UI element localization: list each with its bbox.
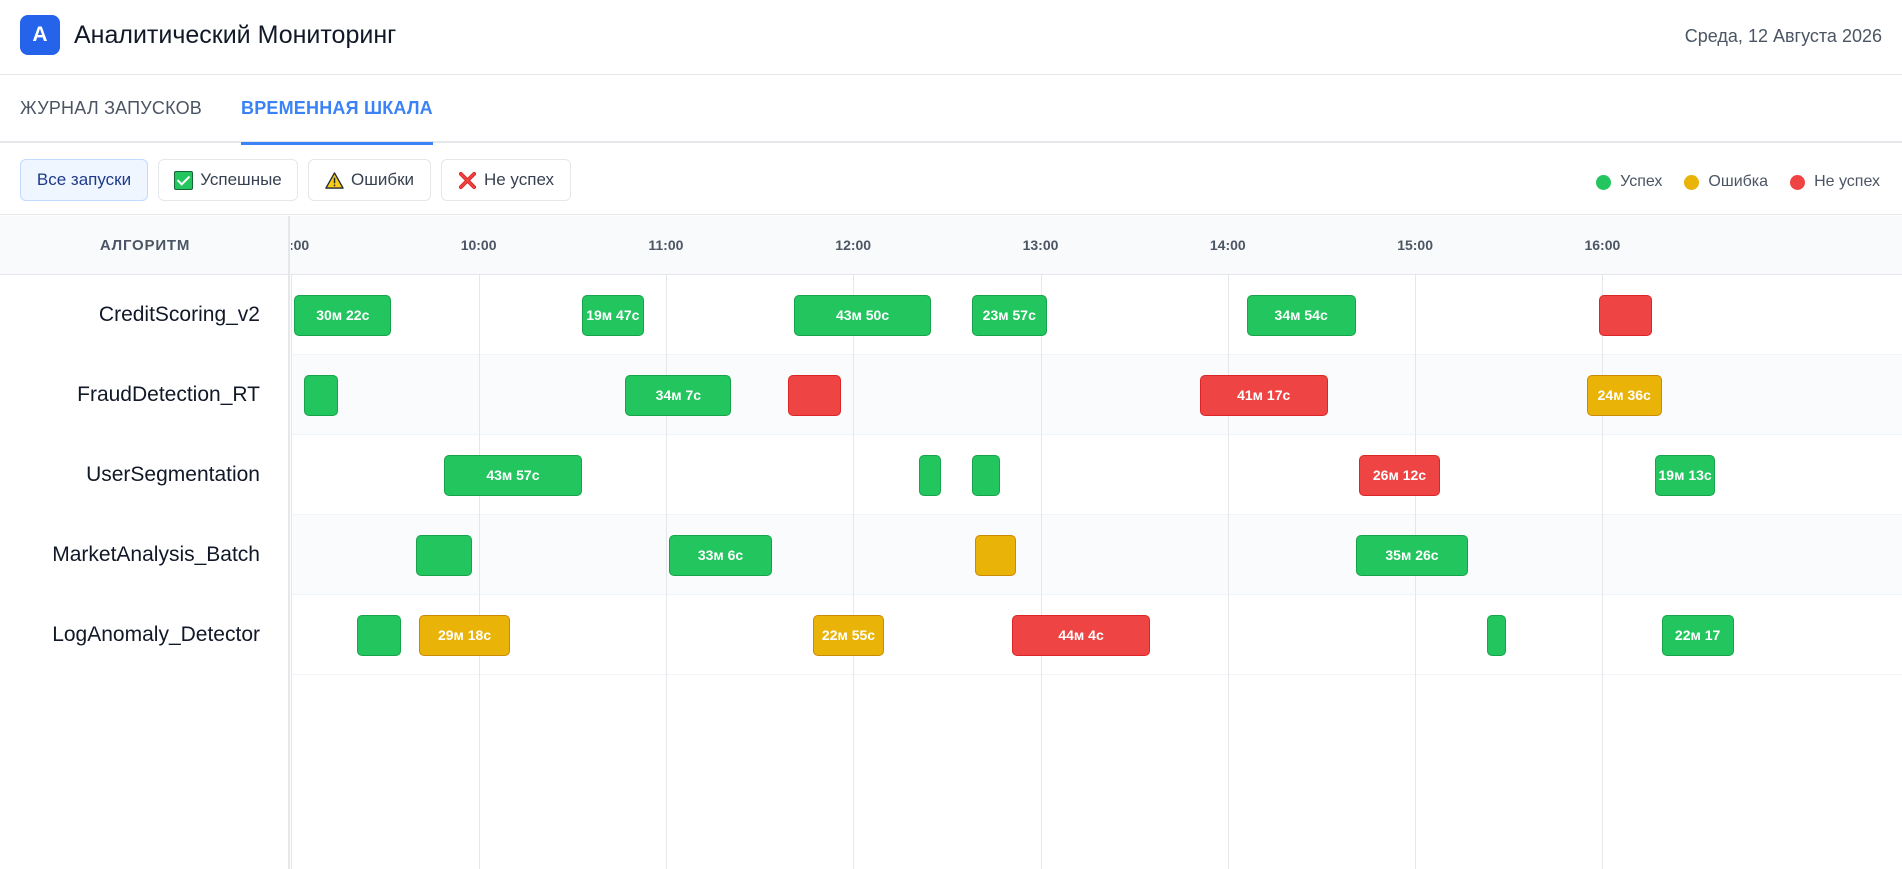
algorithm-column: АЛГОРИТМ CreditScoring_v2 FraudDetection_… (0, 216, 290, 869)
algorithm-name[interactable]: FraudDetection_RT (0, 355, 260, 435)
run-bar-success[interactable] (1486, 614, 1506, 656)
run-bar-fail[interactable]: 41м 17с (1199, 374, 1328, 416)
time-tick-label: 10:00 (460, 237, 497, 253)
run-bar-error[interactable]: 24м 36с (1586, 374, 1662, 416)
run-bar-success[interactable]: 23м 57с (971, 294, 1047, 336)
filter-errors-label: Ошибки (350, 170, 415, 189)
time-tick-label: 15:00 (1397, 237, 1433, 253)
filter-errors-button[interactable]: Ошибки (308, 159, 431, 201)
hour-gridline (1602, 275, 1603, 869)
time-tick-label: 12:00 (835, 237, 872, 253)
legend-error-label: Ошибка (1708, 173, 1769, 190)
time-tick-label: 13:00 (1022, 237, 1059, 253)
algorithm-column-header: АЛГОРИТМ (99, 237, 191, 254)
hour-gridline (291, 275, 292, 869)
check-icon (174, 170, 194, 190)
legend-fail: Не успех (1790, 173, 1880, 191)
filter-fail-label: Не успех (483, 170, 555, 189)
time-tick-label: 11:00 (648, 237, 684, 253)
legend-success-label: Успех (1620, 173, 1663, 190)
run-bar-success[interactable] (416, 534, 473, 576)
run-bar-error[interactable]: 22м 55с (812, 614, 885, 656)
filter-bar: Все запуски Успешные Ошибки Не успех Усп… (0, 145, 1902, 215)
filter-all-label: Все запуски (36, 170, 132, 189)
cross-icon (458, 171, 477, 190)
timeline-chart-area: 08:0009:0010:0011:0012:0013:0014:0015:00… (291, 216, 1902, 869)
run-bar-success[interactable]: 43м 57с (444, 454, 582, 496)
run-bar-success[interactable]: 43м 50с (793, 294, 932, 336)
hour-gridline (1228, 275, 1229, 869)
run-bar-error[interactable] (974, 534, 1016, 576)
filter-fail-button[interactable]: Не успех (441, 159, 571, 201)
legend-fail-label: Не успех (1814, 173, 1880, 190)
tab-bar: ЖУРНАЛ ЗАПУСКОВ ВРЕМЕННАЯ ШКАЛА (0, 76, 1902, 145)
time-tick-label: 14:00 (1209, 237, 1246, 253)
hour-gridline (666, 275, 667, 869)
run-bar-fail[interactable]: 44м 4с (1012, 614, 1150, 656)
run-bar-fail[interactable] (1599, 294, 1653, 336)
status-legend: Успех Ошибка Не успех (1596, 173, 1880, 191)
tab-timeline[interactable]: ВРЕМЕННАЯ ШКАЛА (241, 76, 433, 145)
run-bar-success[interactable]: 30м 22с (294, 294, 392, 336)
algorithm-name[interactable]: UserSegmentation (0, 435, 260, 515)
run-bar-success[interactable]: 19м 13с (1655, 454, 1715, 496)
hour-gridline (479, 275, 480, 869)
app-title: Аналитический Мониторинг (74, 21, 397, 49)
filter-all-button[interactable]: Все запуски (20, 159, 148, 201)
run-bar-success[interactable] (303, 374, 339, 416)
run-bar-success[interactable]: 35м 26с (1355, 534, 1469, 576)
timeline-row (291, 515, 1902, 595)
run-bar-success[interactable]: 34м 7с (625, 374, 732, 416)
timeline-grid: АЛГОРИТМ CreditScoring_v2 FraudDetection_… (0, 216, 1902, 869)
filter-success-button[interactable]: Успешные (158, 159, 298, 201)
hour-gridline (853, 275, 854, 869)
current-date: Среда, 12 Августа 2026 (1684, 26, 1882, 46)
run-bar-success[interactable] (356, 614, 401, 656)
warning-icon (325, 171, 344, 190)
time-tick-label: 16:00 (1584, 237, 1621, 253)
run-bar-success[interactable]: 33м 6с (669, 534, 773, 576)
app-logo[interactable]: A (20, 15, 60, 55)
run-bar-success[interactable]: 34м 54с (1246, 294, 1356, 336)
legend-fail-dot (1790, 174, 1806, 190)
filter-success-label: Успешные (200, 170, 282, 189)
tab-run-log[interactable]: ЖУРНАЛ ЗАПУСКОВ (20, 76, 202, 143)
time-tick-label: 09:00 (291, 237, 310, 253)
app-header: A Аналитический Мониторинг Среда, 12 Авг… (0, 0, 1902, 75)
legend-error: Ошибка (1684, 173, 1768, 191)
legend-success-dot (1596, 174, 1612, 190)
run-bar-success[interactable] (971, 454, 1000, 496)
run-bar-error[interactable]: 29м 18с (419, 614, 510, 656)
timeline-row (291, 275, 1902, 355)
algorithm-name[interactable]: MarketAnalysis_Batch (0, 515, 260, 595)
legend-success: Успех (1596, 173, 1662, 191)
run-bar-success[interactable]: 19м 47с (581, 294, 645, 336)
run-bar-success[interactable] (918, 454, 941, 496)
run-bar-fail[interactable] (787, 374, 841, 416)
legend-error-dot (1684, 174, 1700, 190)
algorithm-name[interactable]: LogAnomaly_Detector (0, 595, 260, 675)
run-bar-fail[interactable]: 26м 12с (1358, 454, 1441, 496)
hour-gridline (1041, 275, 1042, 869)
algorithm-name[interactable]: CreditScoring_v2 (0, 275, 260, 355)
run-bar-success[interactable]: 22м 17 (1661, 614, 1734, 656)
